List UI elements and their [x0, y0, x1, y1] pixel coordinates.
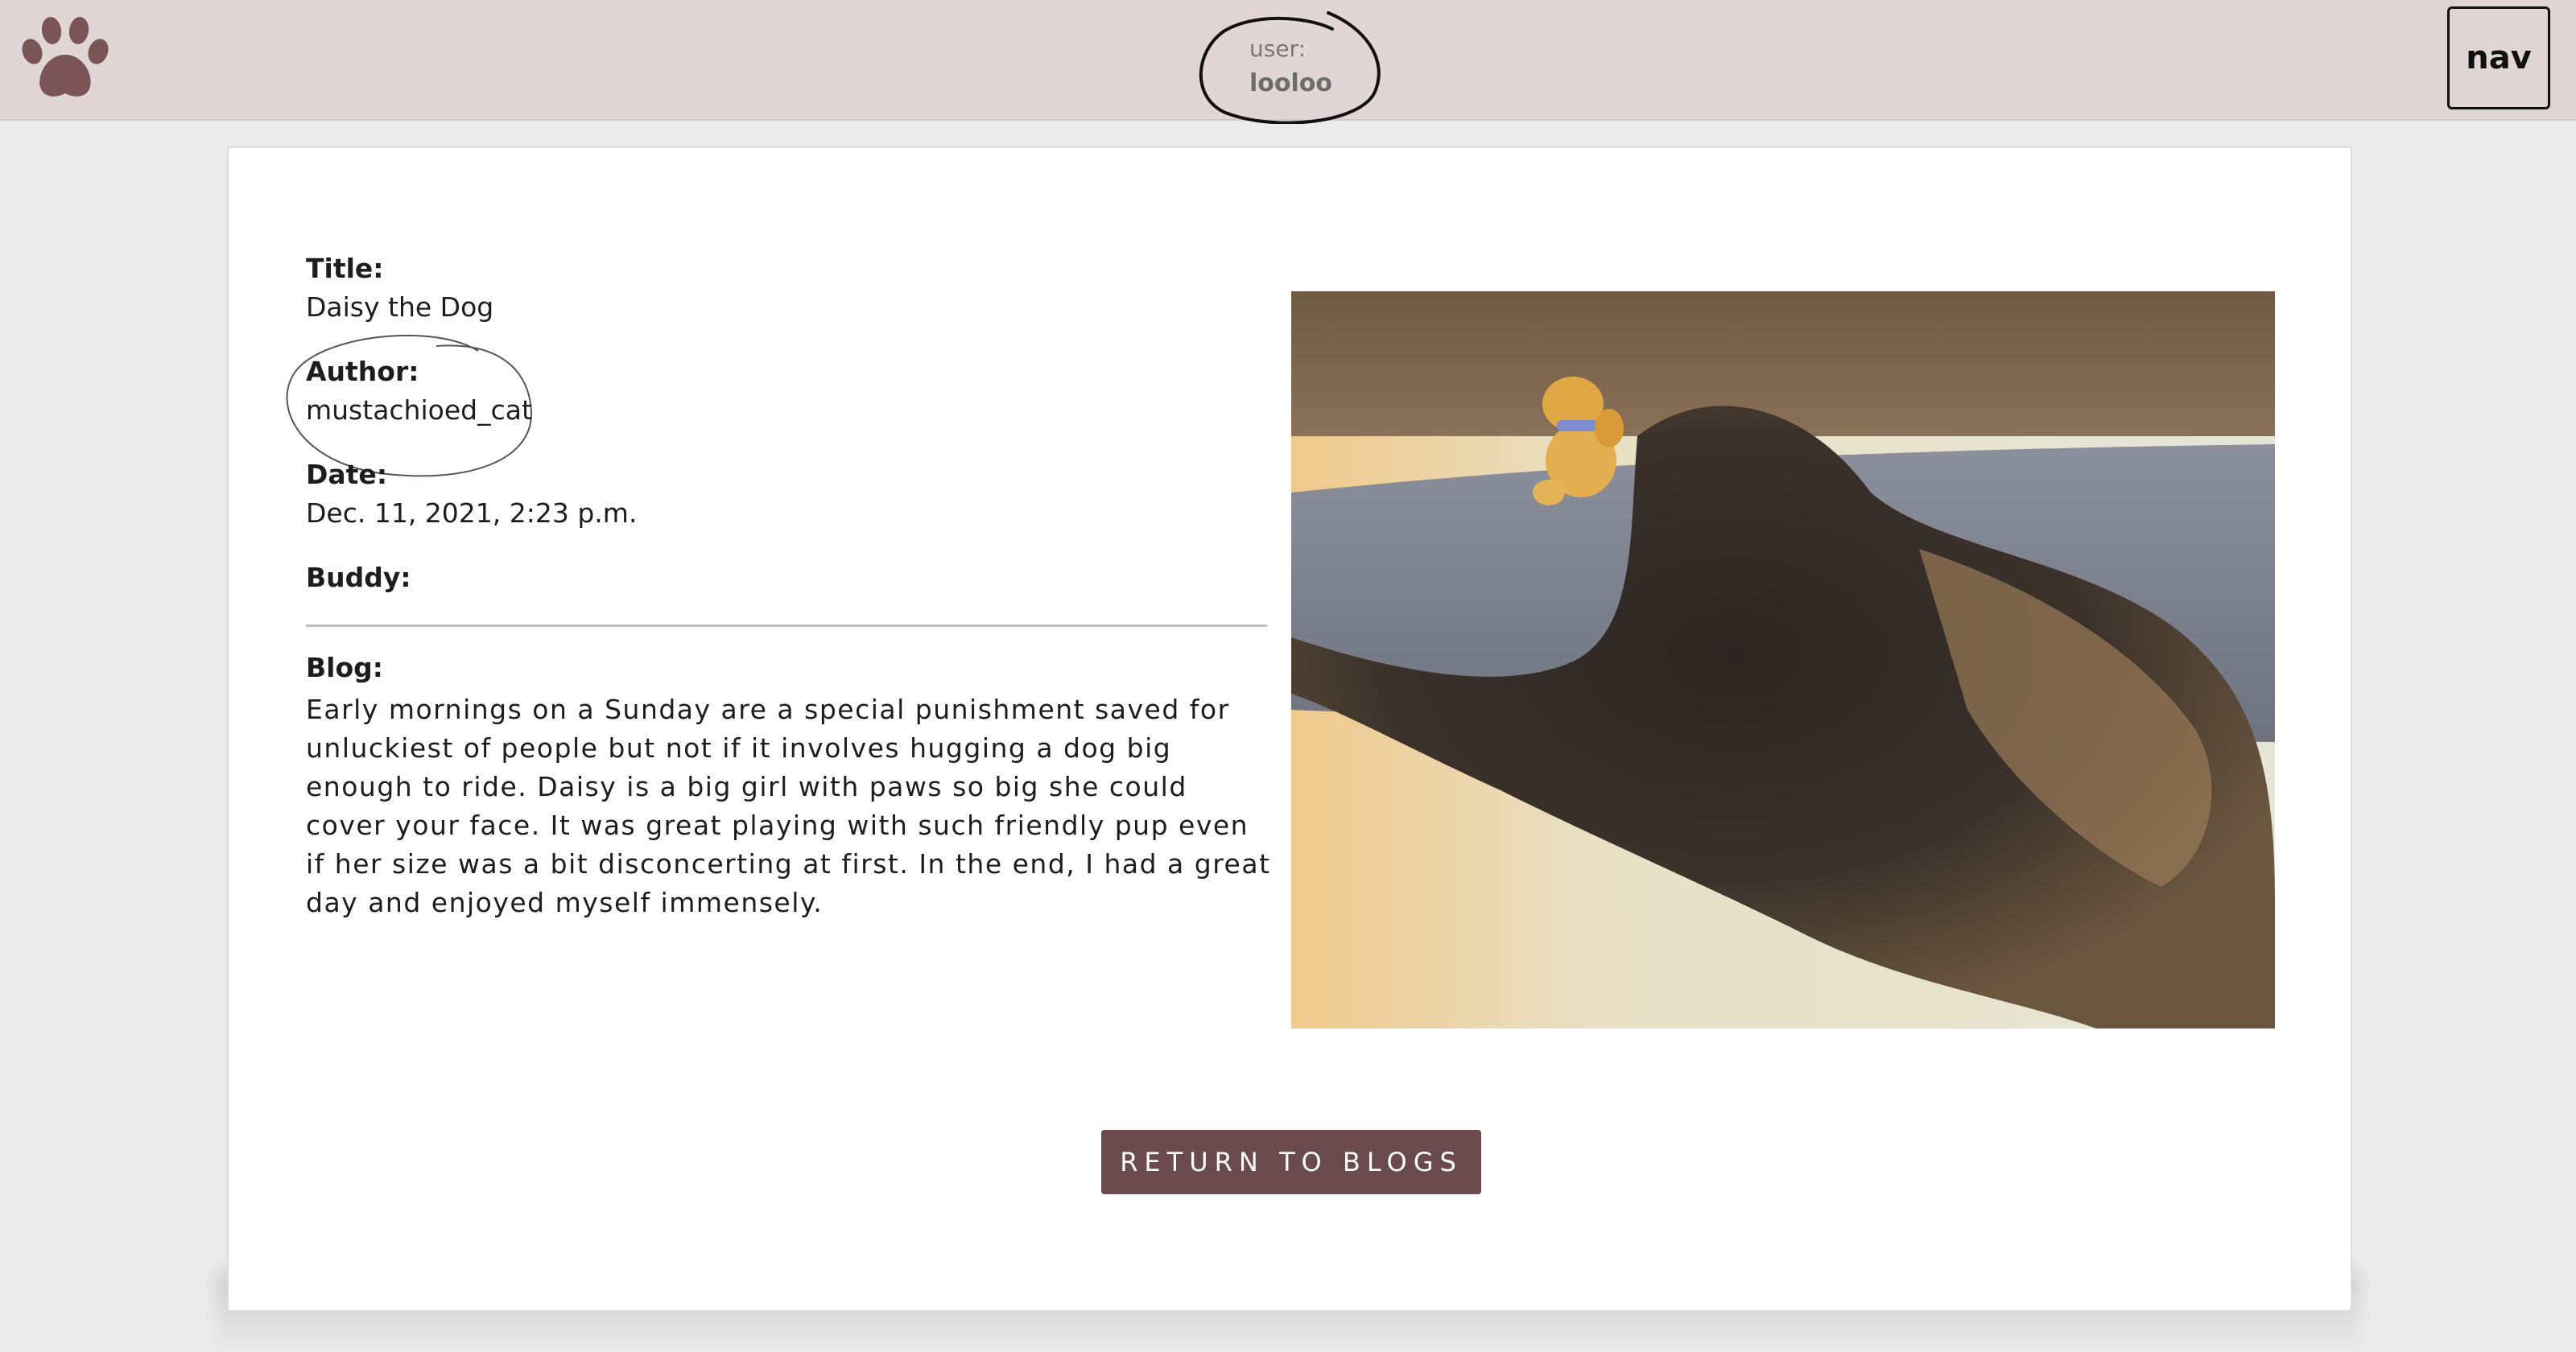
blog-detail-card: Title: Daisy the Dog Author: mustachioed… — [227, 146, 2352, 1312]
blog-photo — [1291, 291, 2275, 1028]
date-label: Date: — [306, 459, 388, 490]
return-to-blogs-button[interactable]: RETURN TO BLOGS — [1101, 1130, 1481, 1194]
divider — [306, 624, 1267, 627]
top-header: user: looloo nav — [0, 0, 2576, 124]
title-value: Daisy the Dog — [306, 291, 494, 323]
blog-label: Blog: — [306, 652, 383, 683]
buddy-label: Buddy: — [306, 562, 411, 593]
date-value: Dec. 11, 2021, 2:23 p.m. — [306, 497, 638, 529]
hand-drawn-circle — [1199, 11, 1381, 124]
blog-body: Early mornings on a Sunday are a special… — [306, 694, 1271, 918]
title-label: Title: — [306, 253, 384, 284]
user-indicator: user: looloo — [1191, 11, 1385, 124]
nav-button[interactable]: nav — [2447, 6, 2550, 109]
paw-icon[interactable] — [14, 13, 116, 103]
author-label: Author: — [306, 356, 419, 387]
user-label: user: — [1249, 35, 1307, 62]
author-value: mustachioed_cat — [306, 394, 532, 426]
user-name: looloo — [1249, 69, 1333, 97]
